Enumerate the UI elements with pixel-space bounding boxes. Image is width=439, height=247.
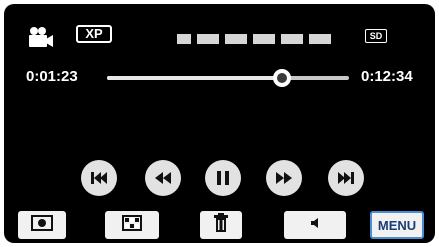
index-view-icon [122, 214, 142, 236]
skip-forward-button[interactable] [328, 160, 364, 196]
fast-forward-icon [275, 171, 293, 185]
snapshot-button[interactable] [18, 211, 66, 239]
rewind-button[interactable] [145, 160, 181, 196]
playback-screen: XP SD 0:01:23 0:12:34 MENU [4, 4, 435, 243]
total-time: 0:12:34 [361, 68, 413, 85]
fast-forward-button[interactable] [266, 160, 302, 196]
delete-button[interactable] [200, 211, 242, 239]
video-camera-icon [26, 25, 54, 49]
volume-button[interactable] [284, 211, 346, 239]
skip-back-button[interactable] [81, 160, 117, 196]
current-time: 0:01:23 [26, 68, 78, 85]
rewind-icon [154, 171, 172, 185]
recording-date-masked [177, 34, 331, 44]
seek-bar[interactable] [107, 76, 349, 80]
snapshot-icon [31, 214, 53, 236]
pause-button[interactable] [205, 160, 241, 196]
quality-badge: XP [76, 25, 112, 43]
skip-forward-icon [337, 171, 355, 185]
volume-icon [310, 216, 320, 234]
menu-button[interactable]: MENU [370, 211, 424, 239]
seek-knob[interactable] [273, 69, 292, 87]
trash-icon [213, 212, 229, 238]
media-badge: SD [365, 29, 387, 43]
pause-icon [216, 170, 230, 186]
seek-bar-progress [107, 76, 283, 80]
index-view-button[interactable] [105, 211, 159, 239]
skip-back-icon [90, 171, 108, 185]
